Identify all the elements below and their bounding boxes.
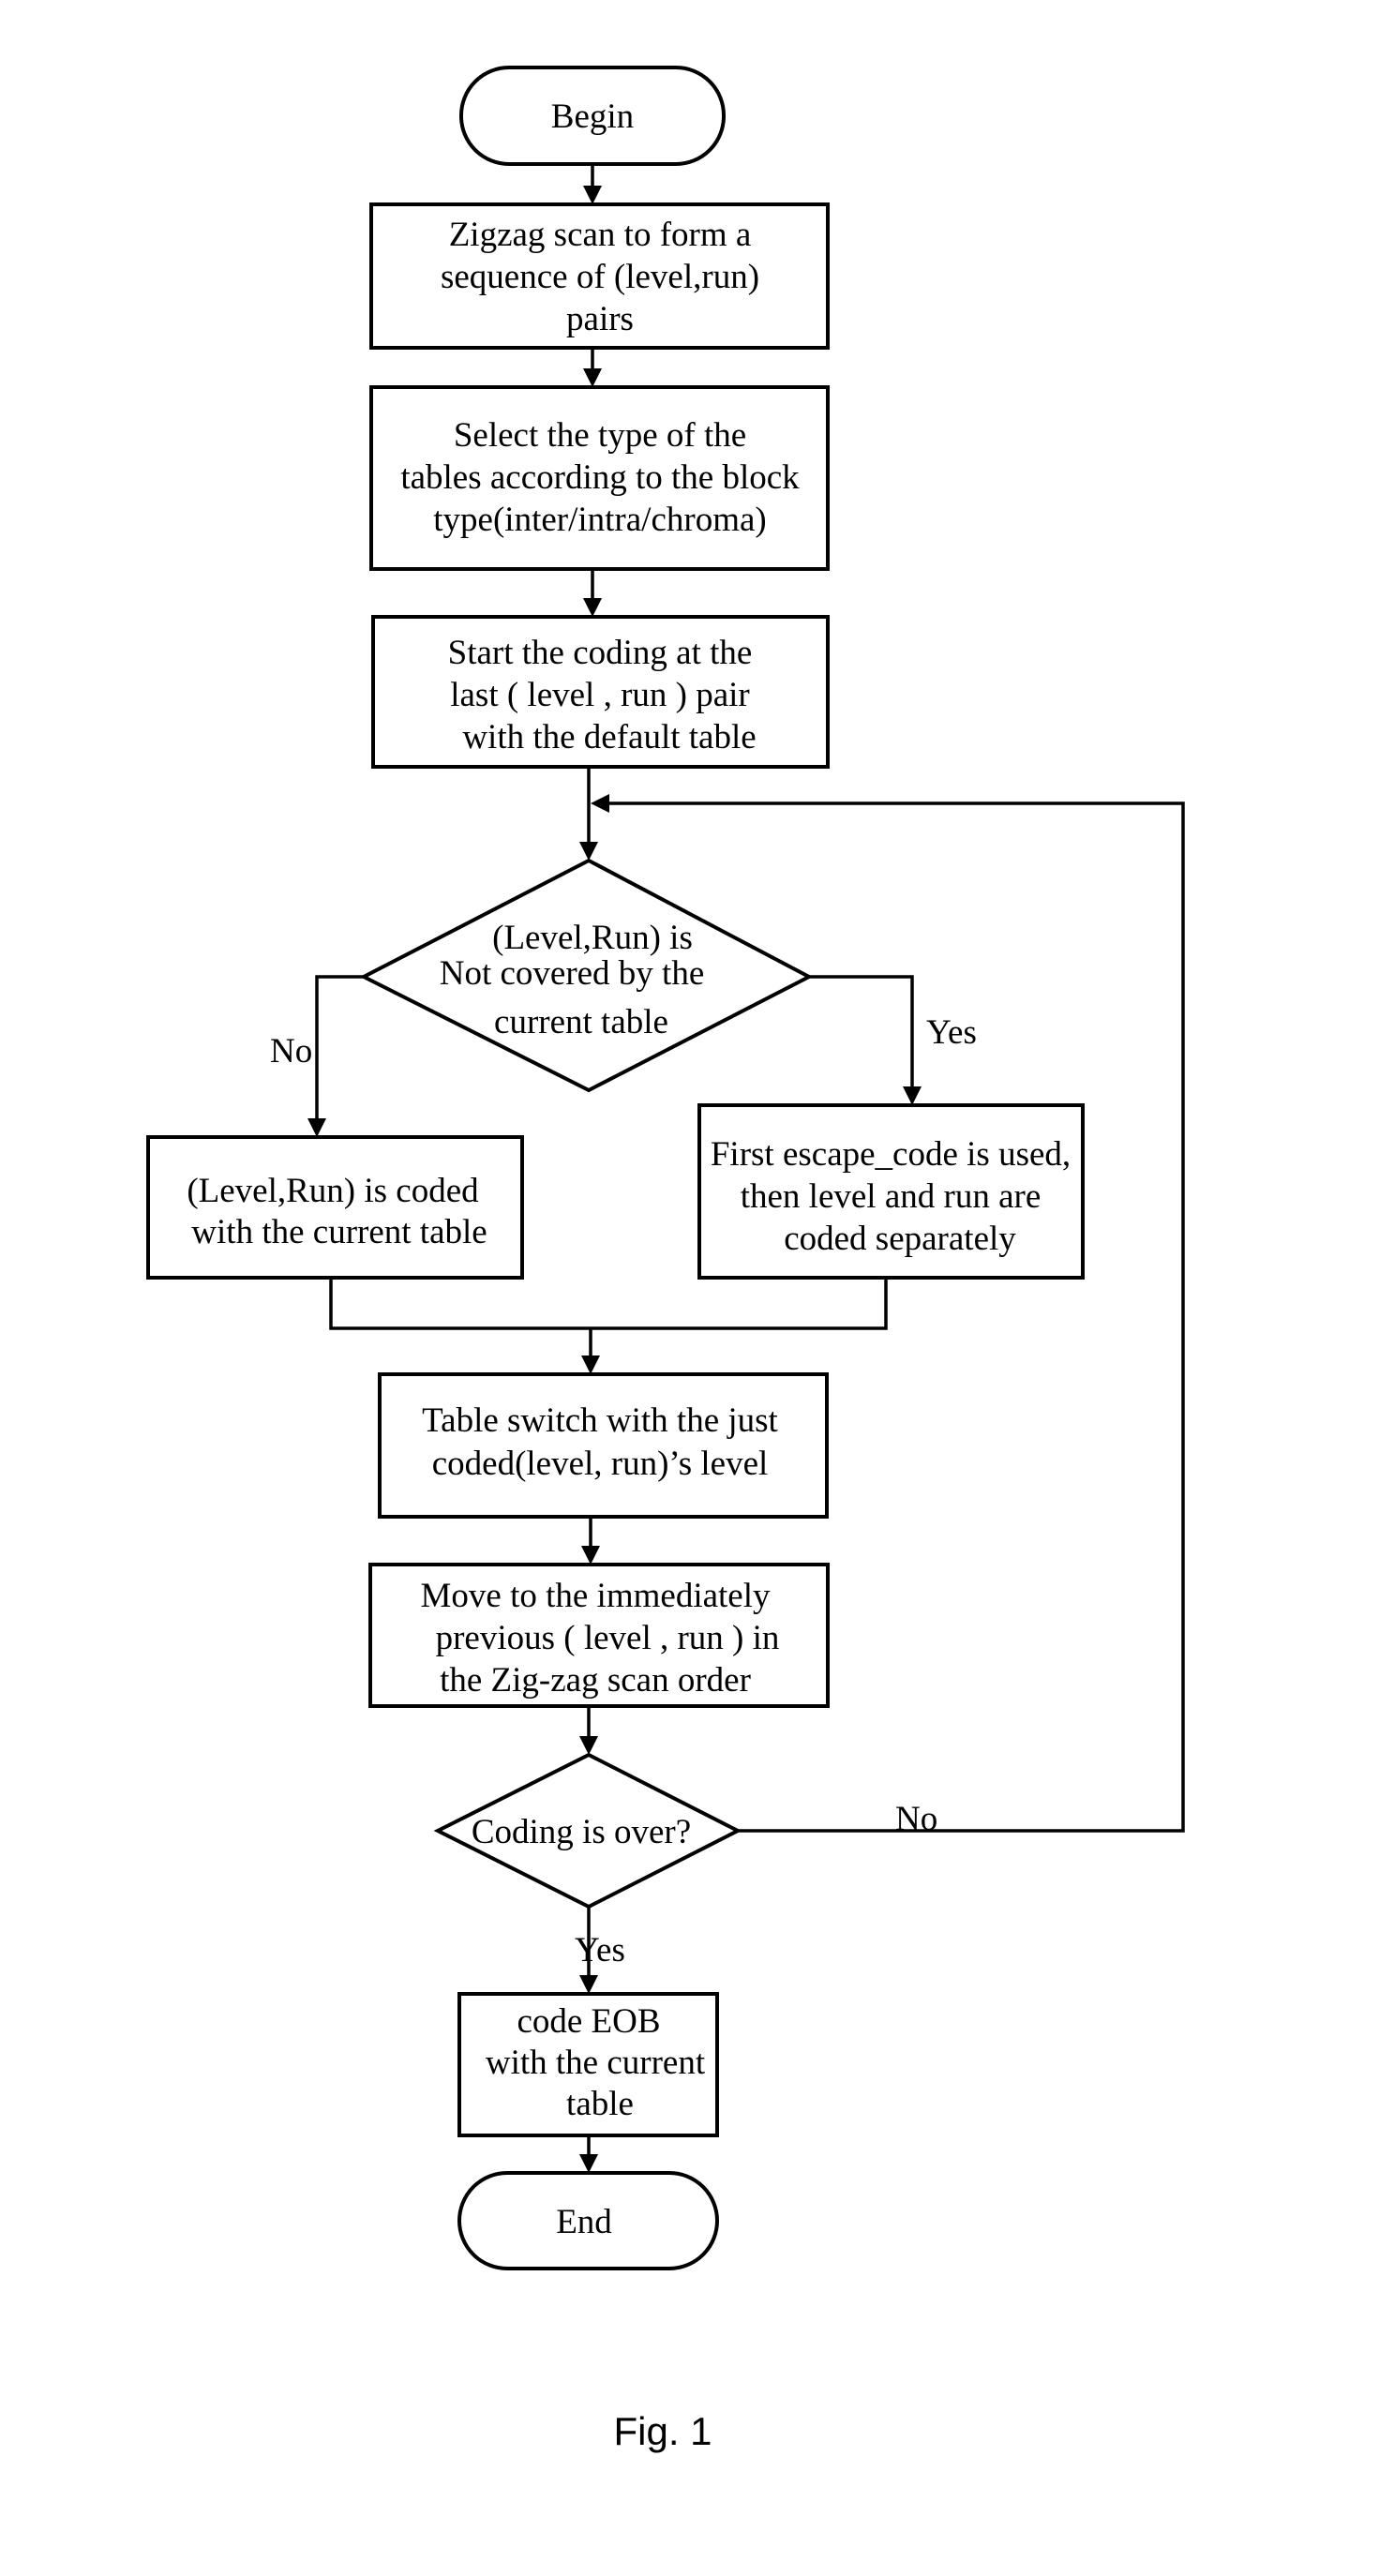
node-label: Table switch with the just xyxy=(422,1401,778,1440)
node-coded-current: (Level,Run) is coded with the current ta… xyxy=(146,1135,524,1280)
arrowhead-icon xyxy=(579,1975,598,1994)
node-label: pairs xyxy=(566,300,634,338)
node-label: (Level,Run) is coded xyxy=(187,1172,479,1210)
node-label: Coding is over? xyxy=(472,1813,691,1851)
edge-label-loop-no: No xyxy=(895,1800,937,1838)
node-start-coding: Start the coding at the last ( level , r… xyxy=(371,615,830,769)
node-label: previous ( level , run ) in xyxy=(436,1619,780,1657)
node-label: Start the coding at the xyxy=(448,634,753,672)
arrowhead-icon xyxy=(581,1355,600,1374)
node-end: End xyxy=(457,2171,719,2270)
edge-merge xyxy=(329,1278,888,1330)
arrowhead-icon xyxy=(591,794,609,813)
arrowhead-icon xyxy=(579,842,598,861)
node-label: (Level,Run) is xyxy=(492,919,693,957)
node-begin: Begin xyxy=(459,66,726,166)
arrowhead-icon xyxy=(579,1736,598,1755)
arrowhead-icon xyxy=(583,186,602,204)
node-label: First escape_code is used, xyxy=(711,1135,1071,1174)
node-table-switch: Table switch with the just coded(level, … xyxy=(378,1372,829,1519)
arrowhead-icon xyxy=(583,368,602,387)
node-move-previous: Move to the immediately previous ( level… xyxy=(368,1563,830,1708)
node-label: tables according to the block xyxy=(400,458,800,497)
node-label: sequence of (level,run) xyxy=(441,258,759,296)
node-label: End xyxy=(556,2203,612,2241)
node-label: the Zig-zag scan order xyxy=(440,1661,751,1700)
edge-decision-yes xyxy=(809,975,914,1088)
node-escape-code: First escape_code is used, then level an… xyxy=(697,1103,1085,1280)
arrowhead-icon xyxy=(307,1118,326,1137)
node-code-eob: code EOB with the current table xyxy=(457,1992,719,2137)
node-label: Move to the immediately xyxy=(421,1577,771,1615)
flowchart: Begin Zigzag scan to form a sequence of … xyxy=(146,66,1185,2453)
node-zigzag: Zigzag scan to form a sequence of (level… xyxy=(369,202,830,350)
edge-decision-no xyxy=(315,975,364,1120)
node-label: Zigzag scan to form a xyxy=(449,216,752,254)
node-label: then level and run are xyxy=(741,1177,1042,1216)
arrowhead-icon xyxy=(579,2154,598,2173)
node-label: Not covered by the xyxy=(440,954,705,993)
node-label: with the default table xyxy=(462,718,756,756)
node-label: with the current table xyxy=(191,1213,487,1251)
node-label: Begin xyxy=(551,97,634,136)
node-label: with the current xyxy=(486,2044,706,2082)
edge-label-eob-yes: Yes xyxy=(575,1931,625,1969)
figure-caption: Fig. 1 xyxy=(613,2409,712,2453)
node-select-tables: Select the type of the tables according … xyxy=(369,385,830,571)
node-label: Select the type of the xyxy=(454,416,746,455)
edge-label-yes: Yes xyxy=(926,1013,977,1052)
node-label: code EOB xyxy=(517,2002,660,2041)
node-label: coded(level, run)’s level xyxy=(432,1445,769,1483)
arrowhead-icon xyxy=(583,598,602,617)
node-label: current table xyxy=(494,1003,668,1041)
node-label: coded separately xyxy=(784,1220,1016,1258)
arrowhead-icon xyxy=(903,1086,922,1105)
node-label: table xyxy=(566,2085,634,2123)
node-label: type(inter/intra/chroma) xyxy=(433,501,766,539)
node-not-covered-decision: (Level,Run) is Not covered by the curren… xyxy=(359,858,814,1093)
node-coding-over-decision: Coding is over? xyxy=(433,1752,742,1910)
arrowhead-icon xyxy=(581,1546,600,1565)
node-label: last ( level , run ) pair xyxy=(450,676,750,714)
edge-label-no: No xyxy=(270,1032,312,1071)
